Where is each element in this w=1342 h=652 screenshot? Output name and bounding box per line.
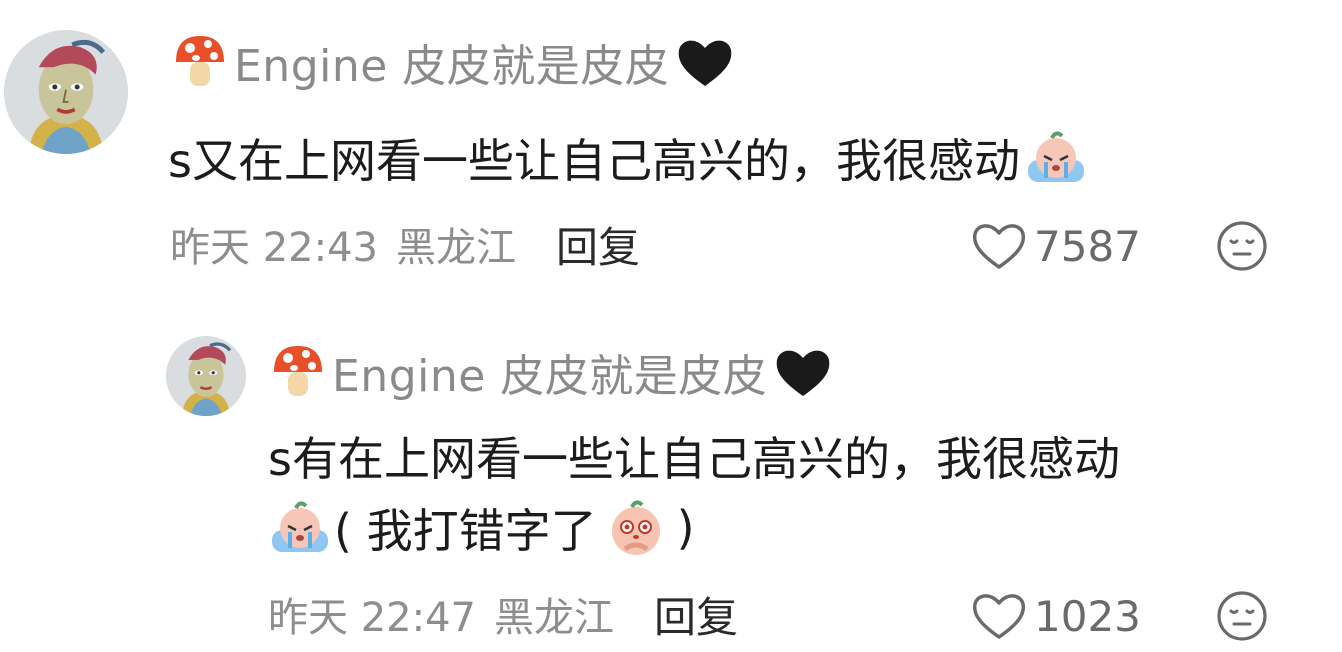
comment-text-line1: s有在上网看一些让自己高兴的，我很感动 bbox=[268, 432, 1120, 486]
like-count: 7587 bbox=[1034, 221, 1141, 271]
like-button[interactable]: 1023 bbox=[970, 586, 1141, 646]
comment-meta: 昨天 22:43 黑龙江 回复 bbox=[170, 214, 640, 274]
comment-username-row[interactable]: Engine 皮皮就是皮皮 bbox=[270, 340, 833, 404]
comment-text: s又在上网看一些让自己高兴的，我很感动 bbox=[168, 126, 1088, 190]
black-heart-icon bbox=[675, 34, 735, 90]
dislike-button[interactable] bbox=[1216, 590, 1268, 642]
dislike-button[interactable] bbox=[1216, 220, 1268, 272]
comment-location: 黑龙江 bbox=[494, 595, 614, 641]
neutral-face-icon bbox=[1216, 590, 1268, 642]
crying-emoji-icon bbox=[268, 498, 332, 558]
comment-username-row[interactable]: Engine 皮皮就是皮皮 bbox=[172, 30, 735, 94]
username[interactable]: Engine 皮皮就是皮皮 bbox=[234, 30, 669, 94]
reply-button[interactable]: 回复 bbox=[556, 214, 640, 275]
comment-location: 黑龙江 bbox=[396, 225, 516, 271]
black-heart-icon bbox=[773, 344, 833, 400]
reply-button[interactable]: 回复 bbox=[654, 584, 738, 645]
mushroom-icon bbox=[270, 342, 326, 402]
comment-text-line2: ( 我打错字了 bbox=[334, 504, 597, 558]
crying-emoji-icon bbox=[1024, 128, 1088, 188]
mushroom-icon bbox=[172, 32, 228, 92]
heart-outline-icon bbox=[970, 220, 1028, 272]
like-count: 1023 bbox=[1034, 591, 1141, 641]
avatar[interactable] bbox=[4, 30, 128, 154]
comment-text: s有在上网看一些让自己高兴的，我很感动 bbox=[268, 424, 1120, 488]
comment-text-content: s又在上网看一些让自己高兴的，我很感动 bbox=[168, 134, 1020, 188]
comment-time: 昨天 22:43 bbox=[170, 225, 378, 271]
comment-meta: 昨天 22:47 黑龙江 回复 bbox=[268, 584, 738, 644]
comment-text: ( 我打错字了 ) bbox=[268, 496, 695, 560]
comment-text-line2-end: ) bbox=[676, 501, 695, 555]
heart-outline-icon bbox=[970, 590, 1028, 642]
comment-time: 昨天 22:47 bbox=[268, 595, 476, 641]
like-button[interactable]: 7587 bbox=[970, 216, 1141, 276]
neutral-face-icon bbox=[1216, 220, 1268, 272]
avatar[interactable] bbox=[166, 336, 246, 416]
username[interactable]: Engine 皮皮就是皮皮 bbox=[332, 340, 767, 404]
pleading-emoji-icon bbox=[605, 497, 667, 559]
